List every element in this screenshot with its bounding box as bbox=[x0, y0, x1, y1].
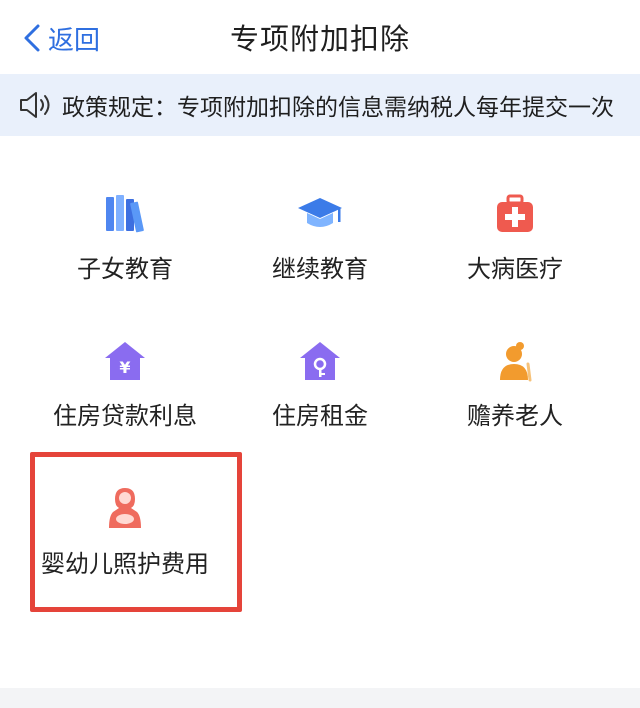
item-supporting-elderly[interactable]: 赡养老人 bbox=[415, 340, 615, 431]
item-continuing-education[interactable]: 继续教育 bbox=[220, 193, 420, 284]
house-key-icon bbox=[300, 342, 340, 380]
item-label: 住房租金 bbox=[272, 402, 368, 430]
item-child-education[interactable]: 子女教育 bbox=[25, 193, 225, 284]
item-label: 赡养老人 bbox=[467, 402, 563, 430]
notice-text: 政策规定：专项附加扣除的信息需纳税人每年提交一次 bbox=[62, 95, 614, 121]
item-housing-rent[interactable]: 住房租金 bbox=[220, 340, 420, 431]
bottom-bar bbox=[0, 688, 640, 708]
policy-notice: 政策规定：专项附加扣除的信息需纳税人每年提交一次 bbox=[0, 74, 640, 136]
highlight-box bbox=[30, 452, 242, 612]
speaker-icon bbox=[20, 92, 50, 118]
elderly-person-icon bbox=[500, 342, 532, 382]
page-title: 专项附加扣除 bbox=[229, 22, 410, 56]
item-label: 子女教育 bbox=[77, 255, 173, 283]
item-serious-illness-medical[interactable]: 大病医疗 bbox=[415, 193, 615, 284]
item-housing-loan-interest[interactable]: ¥ 住房贷款利息 bbox=[25, 340, 225, 431]
svg-text:¥: ¥ bbox=[119, 358, 130, 377]
medical-kit-icon bbox=[497, 194, 533, 232]
header: 返回 专项附加扣除 bbox=[0, 0, 640, 74]
item-label: 继续教育 bbox=[272, 255, 368, 283]
graduation-cap-icon bbox=[298, 198, 342, 227]
item-label: 住房贷款利息 bbox=[53, 402, 197, 430]
item-label: 大病医疗 bbox=[467, 255, 563, 283]
house-yuan-icon: ¥ bbox=[105, 342, 145, 380]
books-icon bbox=[106, 195, 144, 233]
